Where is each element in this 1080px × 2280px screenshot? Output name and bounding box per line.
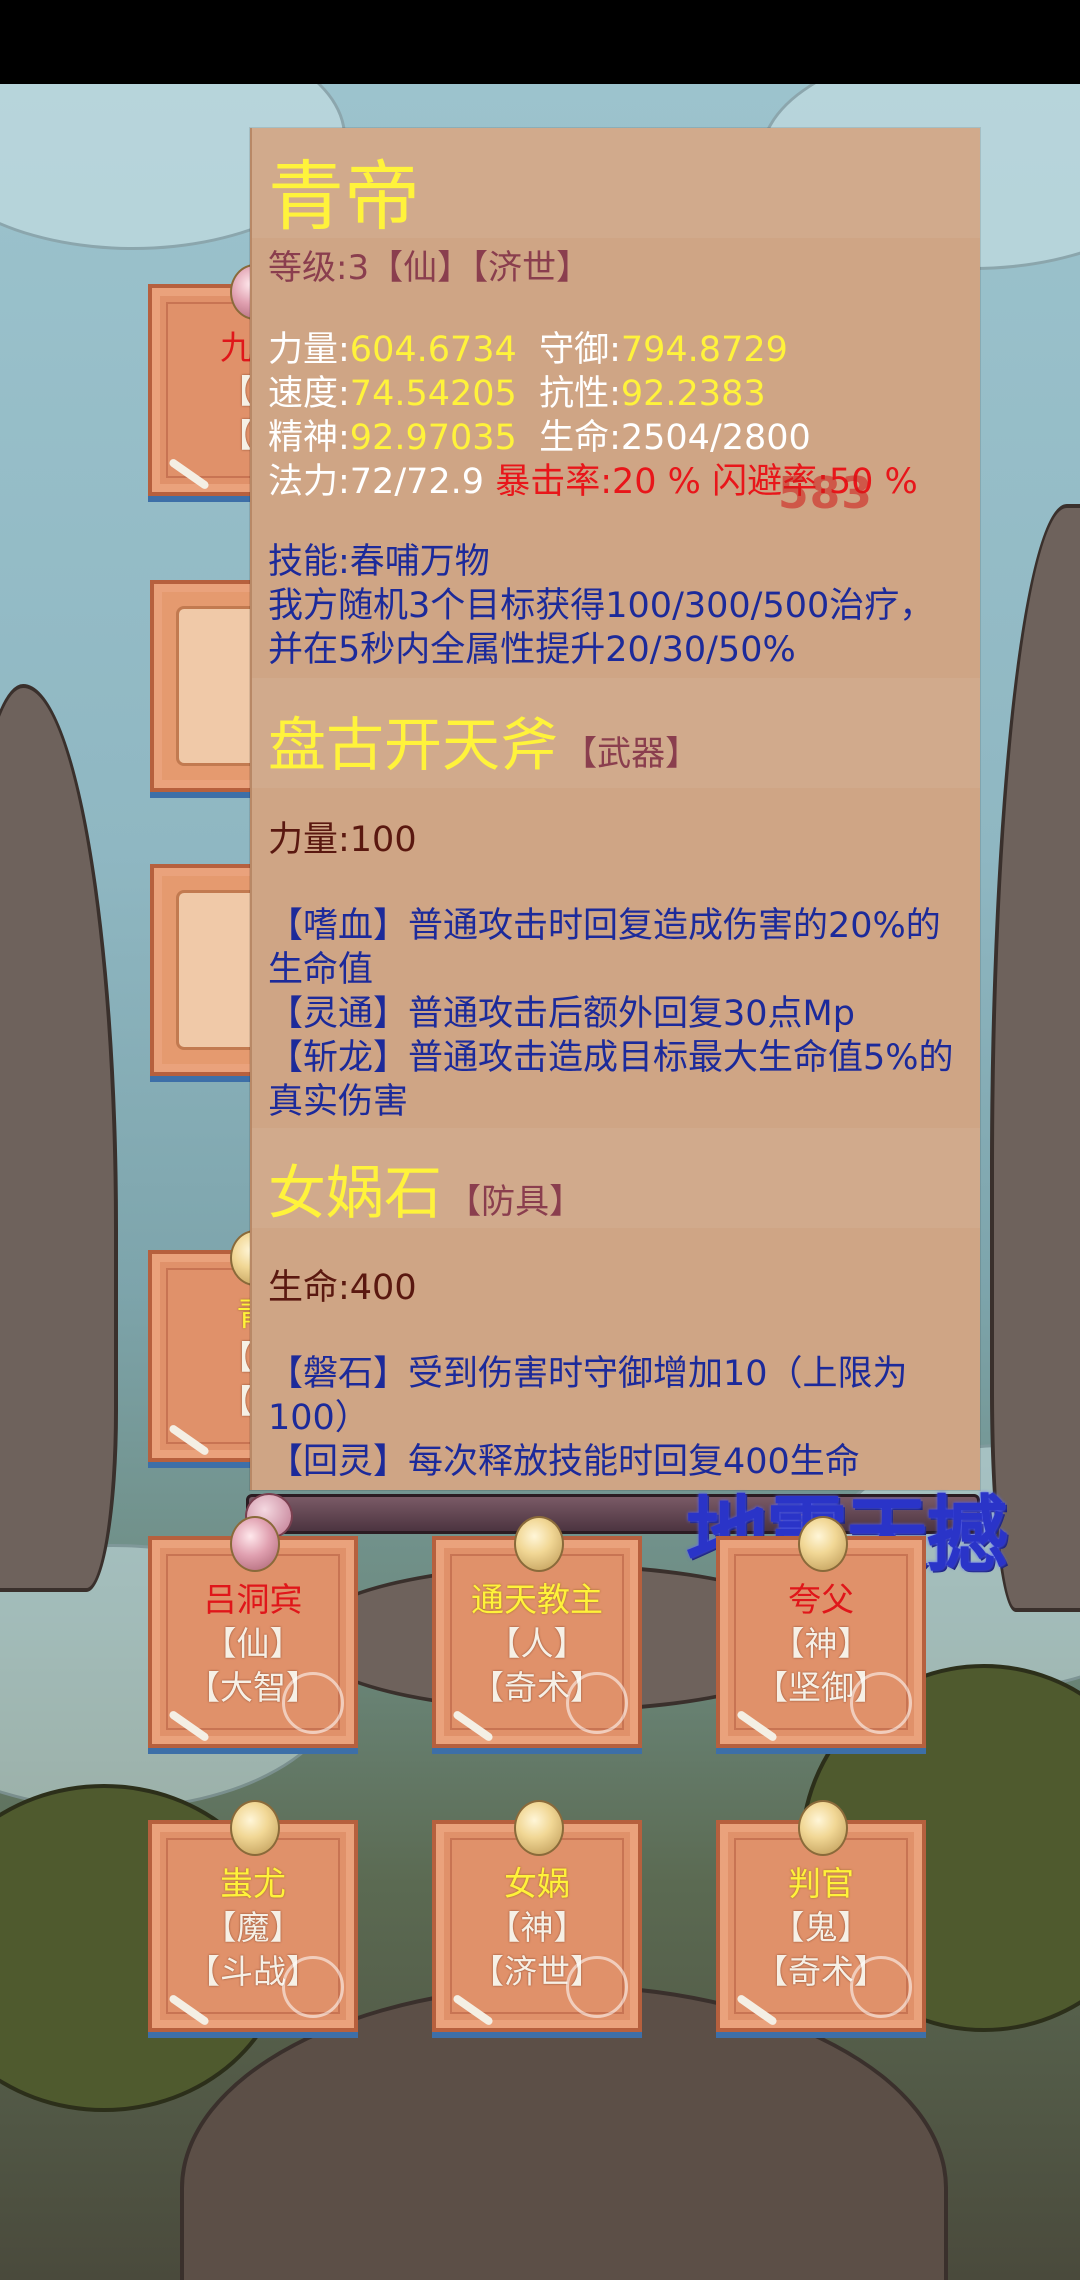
hero-card[interactable]: 通天教主 【人】 【奇术】: [432, 1516, 642, 1748]
res-value: 92.2383: [620, 374, 766, 414]
skill-name: 技能:春哺万物: [268, 542, 490, 582]
cliff-right: [990, 504, 1080, 1612]
emblem-icon: [282, 1956, 344, 2018]
stat-row-1: 力量:604.6734 守御:794.8729: [268, 328, 788, 372]
str-value: 604.6734: [349, 330, 517, 370]
hero-name-title: 青帝: [268, 152, 420, 241]
damage-popup: 583: [778, 468, 873, 519]
orb-icon: [798, 1516, 848, 1572]
emblem-icon: [566, 1672, 628, 1734]
orb-icon: [230, 1800, 280, 1856]
hero-card[interactable]: 夸父 【神】 【坚御】: [716, 1516, 926, 1748]
weapon-tag: 【武器】: [563, 734, 700, 774]
def-label: 守御:: [539, 330, 621, 370]
armor-header: 女娲石 【防具】: [268, 1158, 583, 1228]
spd-value: 74.54205: [349, 374, 517, 414]
hero-race: 【神】: [771, 1624, 871, 1663]
def-value: 794.8729: [620, 330, 788, 370]
emblem-icon: [850, 1672, 912, 1734]
status-bar: [0, 0, 1080, 84]
cliff-left: [0, 684, 118, 1592]
armor-tag: 【防具】: [447, 1182, 584, 1222]
hero-name: 判官: [788, 1864, 854, 1903]
hero-name: 蚩尤: [220, 1864, 286, 1903]
emblem-icon: [850, 1956, 912, 2018]
hero-name: 吕洞宾: [203, 1580, 303, 1619]
spi-label: 精神:: [268, 418, 350, 458]
hero-card[interactable]: 蚩尤 【魔】 【斗战】: [148, 1800, 358, 2032]
hero-card[interactable]: 女娲 【神】 【济世】: [432, 1800, 642, 2032]
hero-name: 夸父: [788, 1580, 854, 1619]
str-label: 力量:: [268, 330, 350, 370]
res-label: 抗性:: [539, 374, 621, 414]
spi-value: 92.97035: [349, 418, 517, 458]
weapon-stat: 力量:100: [268, 820, 417, 860]
weapon-name: 盘古开天斧: [268, 711, 559, 779]
hero-race: 【魔】: [203, 1908, 303, 1947]
hp-text: 生命:2504/2800: [539, 418, 811, 458]
orb-icon: [514, 1800, 564, 1856]
armor-name: 女娲石: [268, 1159, 443, 1227]
mana-text: 法力:72/72.9: [268, 462, 485, 502]
armor-stat: 生命:400: [268, 1268, 417, 1308]
stat-row-2: 速度:74.54205 抗性:92.2383: [268, 372, 766, 416]
hero-race: 【神】: [487, 1908, 587, 1947]
hero-card[interactable]: 吕洞宾 【仙】 【大智】: [148, 1516, 358, 1748]
orb-icon: [230, 1516, 280, 1572]
emblem-icon: [566, 1956, 628, 2018]
hero-race: 【仙】: [203, 1624, 303, 1663]
crit-text: 暴击率:20 %: [495, 462, 701, 502]
orb-icon: [514, 1516, 564, 1572]
hero-race: 【人】: [487, 1624, 587, 1663]
emblem-icon: [282, 1672, 344, 1734]
weapon-header: 盘古开天斧 【武器】: [268, 710, 699, 780]
hero-detail-panel: 青帝 等级:3【仙】【济世】 力量:604.6734 守御:794.8729 速…: [250, 128, 980, 1490]
weapon-effect: 【嗜血】普通攻击时回复造成伤害的20%的生命值: [268, 906, 941, 990]
hero-name: 通天教主: [471, 1580, 603, 1619]
orb-icon: [798, 1800, 848, 1856]
weapon-effect: 【斩龙】普通攻击造成目标最大生命值5%的真实伤害: [268, 1038, 954, 1122]
skill-desc: 我方随机3个目标获得100/300/500治疗，: [268, 586, 935, 626]
stat-row-3: 精神:92.97035 生命:2504/2800: [268, 416, 811, 460]
skill-desc: 并在5秒内全属性提升20/30/50%: [268, 630, 796, 670]
hero-card[interactable]: 判官 【鬼】 【奇术】: [716, 1800, 926, 2032]
armor-effect: 【磐石】受到伤害时守御增加10（上限为100）: [268, 1354, 908, 1438]
hero-level-meta: 等级:3【仙】【济世】: [268, 248, 591, 288]
hero-name: 女娲: [504, 1864, 570, 1903]
weapon-effect: 【灵通】普通攻击后额外回复30点Mp: [268, 994, 855, 1034]
hero-race: 【鬼】: [771, 1908, 871, 1947]
spd-label: 速度:: [268, 374, 350, 414]
